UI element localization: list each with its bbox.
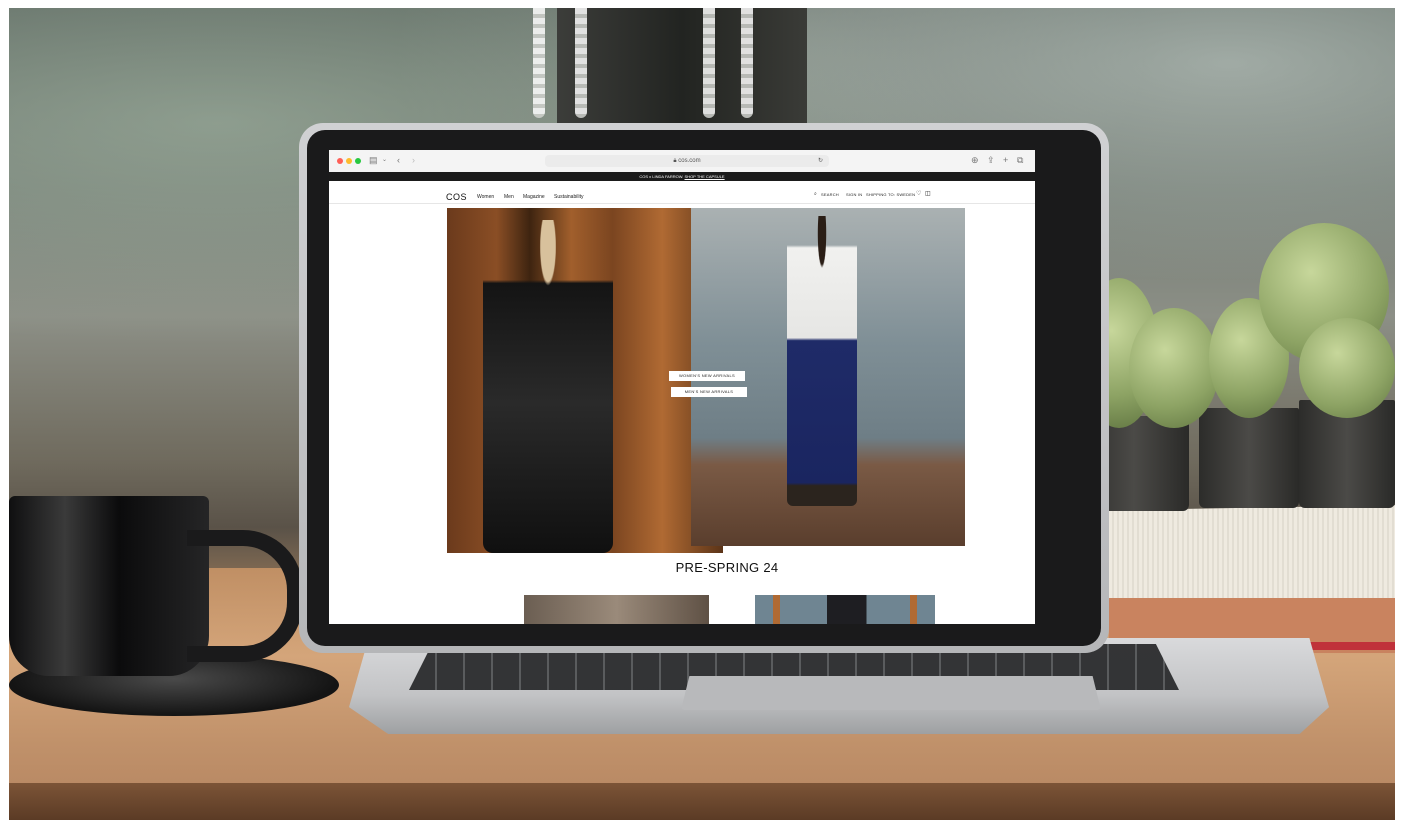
curtain-bead: [703, 8, 715, 118]
plus-icon[interactable]: +: [1003, 154, 1008, 166]
address-bar[interactable]: 🔒︎ cos.com ↻: [545, 155, 829, 167]
mens-new-arrivals-button[interactable]: MEN'S NEW ARRIVALS: [671, 387, 747, 397]
announcement-bar: COS x LINDA FARROW. SHOP THE CAPSULE: [329, 172, 1035, 181]
model-leather-jacket: [483, 220, 613, 553]
nav-link-sustainability[interactable]: Sustainability: [554, 194, 583, 200]
product-thumbnail[interactable]: [524, 595, 709, 624]
cactus-plant: [1129, 308, 1219, 428]
nav-link-magazine[interactable]: Magazine: [523, 194, 545, 200]
download-icon[interactable]: ⊕: [971, 154, 979, 166]
coffee-cup: [9, 496, 209, 676]
model-white-shirt: [787, 216, 857, 506]
cup-handle: [187, 530, 303, 662]
nav-link-men[interactable]: Men: [504, 194, 514, 200]
section-title: PRE-SPRING 24: [675, 560, 779, 575]
shipping-selector[interactable]: SHIPPING TO: SWEDEN: [866, 192, 915, 197]
shop-capsule-link[interactable]: SHOP THE CAPSULE: [685, 174, 725, 179]
minimize-window-button[interactable]: [346, 158, 352, 164]
nav-link-women[interactable]: Women: [477, 194, 494, 200]
table-edge: [9, 783, 1395, 820]
dark-window-post: [557, 8, 807, 123]
zoom-window-button[interactable]: [355, 158, 361, 164]
heart-icon[interactable]: ♡: [916, 190, 921, 197]
chevron-down-icon[interactable]: ⌄: [382, 154, 387, 166]
laptop-trackpad: [681, 676, 1101, 710]
back-icon[interactable]: ‹: [397, 154, 400, 166]
close-window-button[interactable]: [337, 158, 343, 164]
product-thumbnail[interactable]: [755, 595, 935, 624]
share-icon[interactable]: ⇪: [987, 154, 995, 166]
cactus-plant: [1299, 318, 1395, 418]
announcement-text: COS x LINDA FARROW.: [639, 174, 684, 179]
tabs-icon[interactable]: ⧉: [1017, 154, 1023, 166]
curtain-bead: [575, 8, 587, 118]
url-text: cos.com: [678, 158, 701, 164]
reload-icon[interactable]: ↻: [818, 155, 823, 167]
hero-banner: WOMEN'S NEW ARRIVALS MEN'S NEW ARRIVALS: [447, 208, 965, 553]
womens-new-arrivals-button[interactable]: WOMEN'S NEW ARRIVALS: [669, 371, 745, 381]
photo-background: ▤ ⌄ ‹ › 🔒︎ cos.com ↻ ⊕ ⇪ + ⧉ COS x LINDA…: [9, 8, 1395, 820]
plant-pot: [1199, 408, 1299, 508]
search-link[interactable]: SEARCH: [821, 192, 839, 197]
cos-logo[interactable]: COS: [446, 192, 467, 202]
curtain-bead: [533, 8, 545, 118]
forward-icon[interactable]: ›: [412, 154, 415, 166]
browser-window: ▤ ⌄ ‹ › 🔒︎ cos.com ↻ ⊕ ⇪ + ⧉ COS x LINDA…: [329, 150, 1035, 624]
browser-toolbar: ▤ ⌄ ‹ › 🔒︎ cos.com ↻ ⊕ ⇪ + ⧉: [329, 150, 1035, 173]
search-icon[interactable]: ⌕: [814, 191, 817, 197]
sidebar-icon[interactable]: ▤: [369, 154, 378, 166]
curtain-bead: [741, 8, 753, 118]
lock-icon: 🔒︎: [673, 158, 677, 164]
sign-in-link[interactable]: SIGN IN: [846, 192, 862, 197]
bag-icon[interactable]: ◫: [925, 190, 931, 197]
site-header: COS Women Men Magazine Sustainability ⌕ …: [329, 181, 1035, 204]
